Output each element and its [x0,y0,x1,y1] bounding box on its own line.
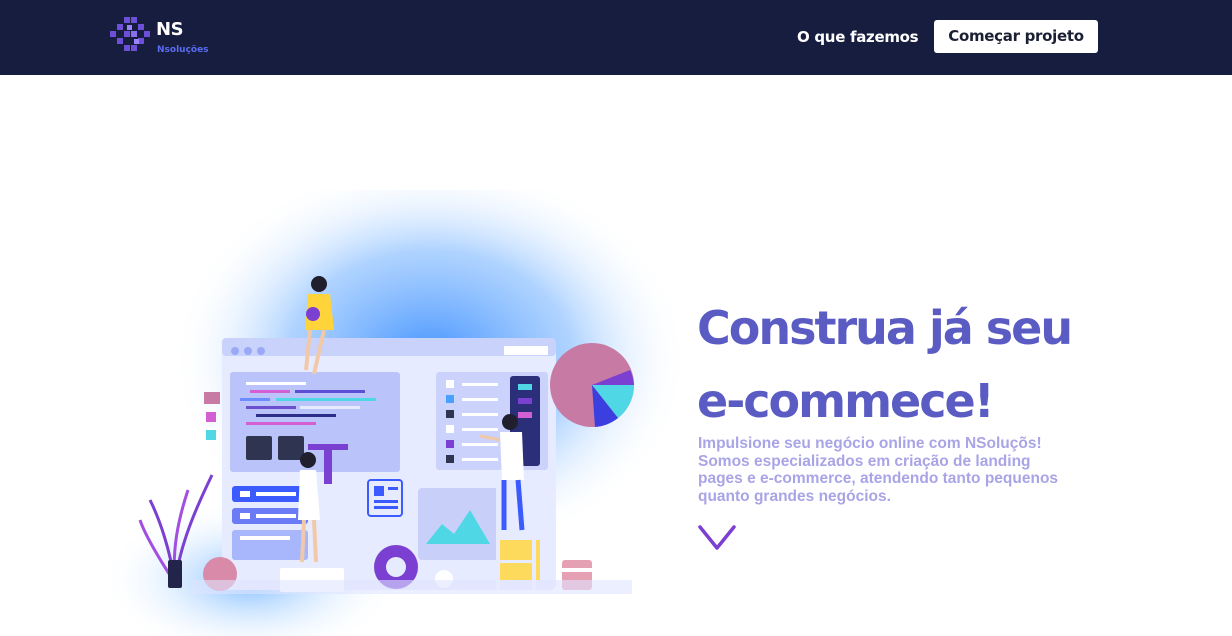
hero-title-line-1: Construa já seu [697,301,1073,355]
start-project-button[interactable]: Começar projeto [934,20,1098,53]
navbar: NS Nsoluções O que fazemos Começar proje… [0,0,1232,75]
hero-title: Construa já seu e-commece! [697,292,1117,438]
chevron-down-icon[interactable] [698,524,736,552]
hero-title-line-2: e-commece! [697,374,995,428]
logo-mark-icon [110,17,150,51]
hero-illustration [100,190,690,636]
nav-link-what-we-do[interactable]: O que fazemos [797,28,919,46]
hero-description: Impulsione seu negócio online com NSoluç… [698,435,1059,505]
logo-subtitle: Nsoluções [157,45,209,55]
logo-title: NS [156,19,184,40]
logo[interactable]: NS Nsoluções [110,15,220,59]
